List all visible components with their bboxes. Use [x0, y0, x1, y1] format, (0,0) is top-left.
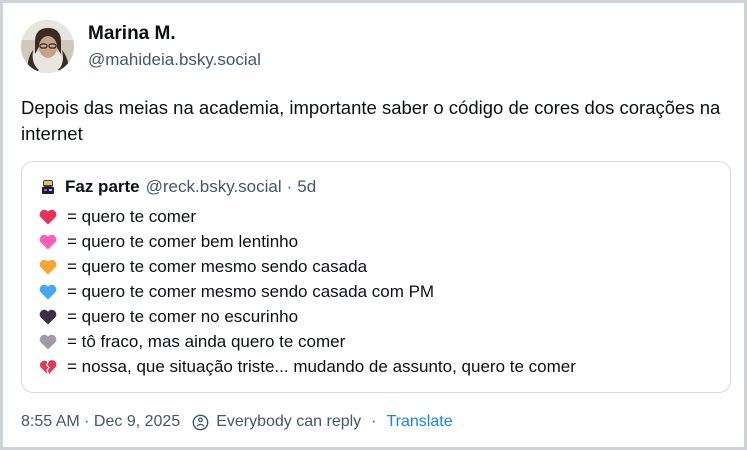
quoted-post[interactable]: Faz parte @reck.bsky.social · 5d = quero…	[21, 161, 731, 393]
list-item: = quero te comer no escurinho	[38, 304, 714, 329]
post-timestamp[interactable]: 8:55 AM · Dec 9, 2025	[21, 413, 180, 431]
list-item: = nossa, que situação triste... mudando …	[38, 354, 714, 379]
orange-heart-icon	[38, 257, 58, 277]
quoted-author-handle[interactable]: @reck.bsky.social	[146, 177, 282, 197]
quoted-post-header: Faz parte @reck.bsky.social · 5d	[38, 176, 714, 198]
separator-dot: ·	[286, 177, 293, 196]
separator-dot: ·	[371, 413, 377, 430]
translate-link[interactable]: Translate	[387, 413, 453, 431]
pink-heart-icon	[38, 232, 58, 252]
list-item: = quero te comer	[38, 204, 714, 229]
list-item-text: = quero te comer mesmo sendo casada	[67, 256, 368, 276]
list-item-text: = nossa, que situação triste... mudando …	[67, 356, 576, 376]
quoted-post-text: = quero te comer = quero te comer bem le…	[38, 204, 714, 379]
list-item-text: = quero te comer mesmo sendo casada com …	[67, 281, 435, 301]
author-name[interactable]: Marina M.	[88, 22, 261, 46]
broken-heart-icon	[38, 357, 58, 377]
red-heart-icon	[38, 207, 58, 227]
author-handle[interactable]: @mahideia.bsky.social	[88, 49, 261, 71]
list-item-text: = quero te comer	[67, 206, 196, 226]
list-item: = quero te comer mesmo sendo casada com …	[38, 279, 714, 304]
black-heart-icon	[38, 307, 58, 327]
reply-settings-icon	[192, 414, 209, 431]
list-item: = tô fraco, mas ainda quero te comer	[38, 329, 714, 354]
reply-setting-label: Everybody can reply	[216, 413, 362, 430]
blue-heart-icon	[38, 282, 58, 302]
quoted-avatar[interactable]	[38, 177, 58, 197]
post-header: Marina M. @mahideia.bsky.social	[21, 20, 261, 73]
post-text: Depois das meias na academia, importante…	[21, 97, 721, 144]
post-card: Marina M. @mahideia.bsky.social Depois d…	[0, 0, 747, 450]
list-item-text: = quero te comer no escurinho	[67, 306, 299, 326]
list-item: = quero te comer mesmo sendo casada	[38, 254, 714, 279]
list-item-text: = quero te comer bem lentinho	[67, 231, 299, 251]
list-item-text: = tô fraco, mas ainda quero te comer	[67, 331, 346, 351]
grey-heart-icon	[38, 332, 58, 352]
quoted-post-age[interactable]: 5d	[297, 177, 316, 197]
list-item: = quero te comer bem lentinho	[38, 229, 714, 254]
quoted-author-name[interactable]: Faz parte	[65, 177, 140, 197]
post-footer: 8:55 AM · Dec 9, 2025 Everybody can repl…	[21, 413, 453, 431]
avatar[interactable]	[21, 20, 74, 73]
